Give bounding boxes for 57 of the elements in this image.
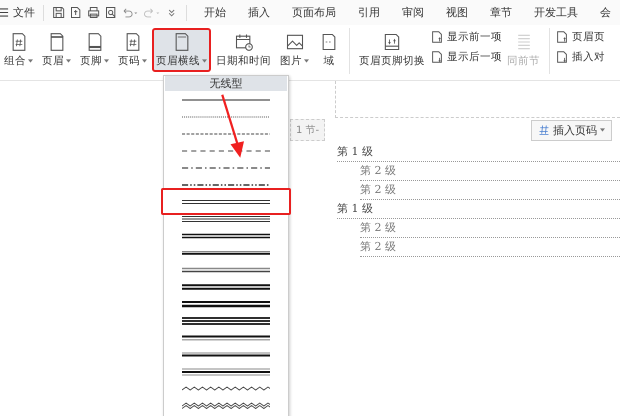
line-sample-icon [182, 402, 270, 410]
export-icon[interactable] [69, 5, 83, 20]
preview-icon[interactable] [104, 5, 118, 20]
toc-entry[interactable]: 第 2 级 [360, 238, 620, 257]
line-sample-icon [182, 334, 270, 342]
ribbon-button[interactable]: 域 [314, 28, 344, 72]
ribbon-button[interactable]: 页眉横线 [152, 28, 211, 72]
ribbon-tab[interactable]: 会 [590, 5, 620, 20]
file-menu[interactable]: 文件 [13, 5, 35, 20]
ribbon-button[interactable]: 日期和时间 [212, 28, 275, 72]
ribbon-tab[interactable]: 插入 [238, 5, 279, 20]
ribbon-tab[interactable]: 章节 [480, 5, 521, 20]
ribbon-button[interactable]: 显示后一项 [430, 50, 502, 64]
ribbon-tab[interactable]: 引用 [348, 5, 389, 20]
ribbon-button[interactable]: 页脚 [76, 28, 113, 72]
line-sample-icon [182, 350, 270, 358]
line-sample-icon [182, 384, 270, 392]
insert-page-number-button[interactable]: 插入页码 [531, 120, 612, 140]
line-sample-icon [182, 368, 270, 376]
ribbon-tab[interactable]: 页面布局 [282, 5, 345, 20]
ribbon-button[interactable]: 页眉页脚切换 [355, 28, 429, 72]
ribbon-tab[interactable]: 开发工具 [524, 5, 587, 20]
page-icon [555, 50, 569, 64]
ribbon-tab[interactable]: 审阅 [392, 5, 433, 20]
save-icon[interactable] [52, 5, 66, 20]
line-sample-icon [182, 266, 270, 274]
print-icon[interactable] [86, 5, 100, 20]
toc-entry[interactable]: 第 2 级 [360, 162, 620, 181]
line-sample-icon [182, 198, 270, 206]
page-icon [430, 30, 444, 44]
line-style-option[interactable] [161, 188, 291, 215]
page-icon [555, 30, 569, 44]
ribbon-button[interactable]: 页眉 [38, 28, 75, 72]
ribbon-tab[interactable]: 开始 [194, 5, 235, 20]
number-icon [538, 124, 550, 136]
ribbon-button[interactable]: 页眉页 [555, 30, 605, 44]
line-sample-icon [182, 300, 270, 308]
ribbon-button[interactable]: 图片 [276, 28, 313, 72]
ribbon-button[interactable]: 插入对 [555, 50, 605, 64]
page-icon [430, 50, 444, 64]
ribbon-button[interactable]: 显示前一项 [430, 30, 502, 44]
ribbon-button[interactable]: 组合 [0, 28, 37, 72]
no-line-option[interactable]: 无线型 [165, 76, 287, 91]
toc-entry[interactable]: 第 2 级 [360, 219, 620, 238]
ribbon-button[interactable]: 页码 [114, 28, 151, 72]
line-sample-icon [182, 248, 270, 256]
toc-entry[interactable]: 第 1 级 [337, 143, 620, 162]
caret-icon [600, 128, 605, 132]
menu-icon[interactable] [0, 7, 9, 18]
line-sample-icon [182, 232, 270, 240]
line-sample-icon [182, 316, 270, 324]
line-sample-icon [182, 282, 270, 290]
toc-entry[interactable]: 第 1 级 [337, 200, 620, 219]
section-tag: 1 节- [290, 119, 326, 141]
ribbon-tab[interactable]: 视图 [436, 5, 477, 20]
line-sample-icon [182, 214, 270, 222]
toc-entry[interactable]: 第 2 级 [360, 181, 620, 200]
